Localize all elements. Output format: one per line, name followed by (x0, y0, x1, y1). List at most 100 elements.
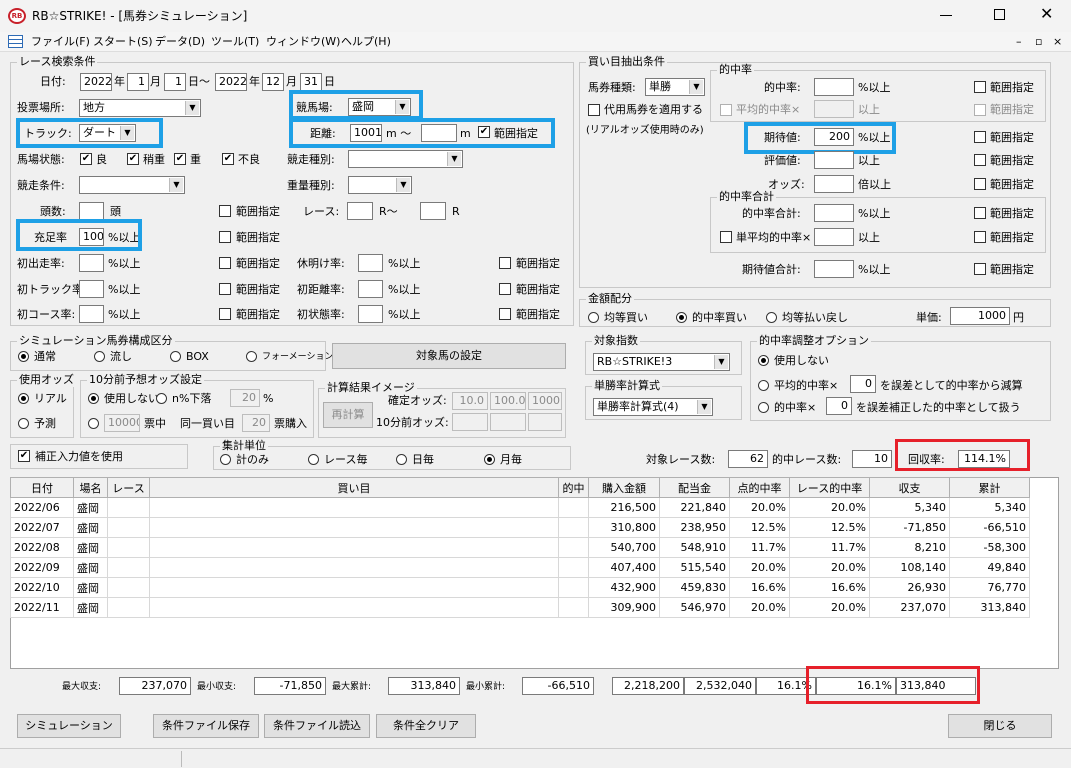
correction-checkbox[interactable]: ✔ (18, 450, 30, 462)
substitute-checkbox[interactable] (588, 104, 600, 116)
adjust-avg-input[interactable]: 0 (850, 375, 876, 393)
single-avg-range-checkbox[interactable] (974, 231, 986, 243)
race-from-input[interactable] (347, 202, 373, 220)
avg-hit-checkbox[interactable] (720, 104, 732, 116)
odds10-none-radio[interactable] (88, 393, 99, 404)
fill-range-checkbox[interactable] (219, 231, 231, 243)
menu-data[interactable]: データ(D) (155, 35, 205, 49)
cond-bad-checkbox[interactable]: ✔ (222, 153, 234, 165)
menu-help[interactable]: ヘルプ(H) (341, 35, 391, 49)
date-from-day[interactable]: 1 (164, 73, 186, 91)
cond-slightly-heavy-checkbox[interactable]: ✔ (127, 153, 139, 165)
odds10-same-input[interactable]: 20 (242, 414, 270, 432)
single-avg-input[interactable] (814, 228, 854, 246)
date-from-year[interactable]: 2022 (80, 73, 112, 91)
odds-predict-radio[interactable] (18, 418, 29, 429)
unit-price-input[interactable]: 1000 (950, 307, 1010, 325)
table-row[interactable]: 2022/07 盛岡 310,800 238,950 12.5% 12.5% -71,850… (10, 517, 1030, 538)
cond-good-checkbox[interactable]: ✔ (80, 153, 92, 165)
amount-refund-radio[interactable] (766, 312, 777, 323)
adjust-avg-radio[interactable] (758, 380, 769, 391)
first-course-range-checkbox[interactable] (219, 308, 231, 320)
date-to-month[interactable]: 12 (262, 73, 284, 91)
date-from-month[interactable]: 1 (127, 73, 149, 91)
avg-hit-range-checkbox[interactable] (974, 104, 986, 116)
odds10-votes-radio[interactable] (88, 418, 99, 429)
amount-even-radio[interactable] (588, 312, 599, 323)
agg-race-radio[interactable] (308, 454, 319, 465)
cond-heavy-checkbox[interactable]: ✔ (174, 153, 186, 165)
first-course-input[interactable] (79, 305, 104, 323)
table-row[interactable]: 2022/11 盛岡 309,900 546,970 20.0% 20.0% 237,070… (10, 597, 1030, 618)
table-row[interactable]: 2022/09 盛岡 407,400 515,540 20.0% 20.0% 108,140… (10, 557, 1030, 578)
adjust-none-radio[interactable] (758, 355, 769, 366)
clear-conditions-button[interactable]: 条件全クリア (376, 714, 476, 738)
simulate-button[interactable]: シミュレーション (17, 714, 121, 738)
maximize-icon[interactable] (994, 9, 1005, 20)
save-conditions-button[interactable]: 条件ファイル保存 (153, 714, 259, 738)
first-run-input[interactable] (79, 254, 104, 272)
first-dist-range-checkbox[interactable] (499, 283, 511, 295)
venue-select[interactable]: 地方 ▼ (79, 99, 201, 117)
target-horse-button[interactable]: 対象馬の設定 (332, 343, 566, 369)
expect-range-checkbox[interactable] (974, 131, 986, 143)
minimize-icon[interactable] (940, 15, 952, 16)
expect-sum-range-checkbox[interactable] (974, 263, 986, 275)
close-icon[interactable]: ✕ (1040, 4, 1053, 23)
menu-start[interactable]: スタート(S) (93, 35, 153, 49)
hit-rate-input[interactable] (814, 78, 854, 96)
child-close-icon[interactable]: × (1053, 35, 1062, 49)
odds-real-radio[interactable] (18, 393, 29, 404)
recalc-button[interactable]: 再計算 (323, 402, 373, 428)
rest-input[interactable] (358, 254, 383, 272)
odds-input[interactable] (814, 175, 854, 193)
race-type-select[interactable]: ▼ (348, 150, 463, 168)
weight-select[interactable]: ▼ (348, 176, 412, 194)
child-restore-icon[interactable]: ▫ (1035, 35, 1042, 49)
hit-sum-range-checkbox[interactable] (974, 207, 986, 219)
first-track-input[interactable] (79, 280, 104, 298)
sim-normal-radio[interactable] (18, 351, 29, 362)
rest-range-checkbox[interactable] (499, 257, 511, 269)
child-minimize-icon[interactable]: – (1016, 35, 1022, 49)
date-to-year[interactable]: 2022 (215, 73, 247, 91)
grid-menu-icon[interactable] (8, 35, 23, 48)
hit-sum-input[interactable] (814, 204, 854, 222)
date-to-day[interactable]: 31 (300, 73, 322, 91)
heads-input[interactable] (79, 202, 104, 220)
agg-day-radio[interactable] (396, 454, 407, 465)
hit-range-checkbox[interactable] (974, 81, 986, 93)
eval-input[interactable] (814, 151, 854, 169)
expect-sum-input[interactable] (814, 260, 854, 278)
agg-month-radio[interactable] (484, 454, 495, 465)
odds10-drop-radio[interactable] (156, 393, 167, 404)
first-state-range-checkbox[interactable] (499, 308, 511, 320)
first-run-range-checkbox[interactable] (219, 257, 231, 269)
race-to-input[interactable] (420, 202, 446, 220)
heads-range-checkbox[interactable] (219, 205, 231, 217)
table-row[interactable]: 2022/10 盛岡 432,900 459,830 16.6% 16.6% 26,930 7… (10, 577, 1030, 598)
sim-nagashi-radio[interactable] (94, 351, 105, 362)
target-index-select[interactable]: RB☆STRIKE!3 ▼ (593, 353, 730, 371)
adjust-hit-input[interactable]: 0 (826, 397, 852, 415)
odds10-votes-input[interactable]: 10000 (104, 414, 140, 432)
table-row[interactable]: 2022/06 盛岡 216,500 221,840 20.0% 20.0% 5,340 5,… (10, 497, 1030, 518)
table-row[interactable]: 2022/08 盛岡 540,700 548,910 11.7% 11.7% 8,210 -5… (10, 537, 1030, 558)
ticket-select[interactable]: 単勝 ▼ (645, 78, 705, 96)
menu-tool[interactable]: ツール(T) (211, 35, 259, 49)
first-track-range-checkbox[interactable] (219, 283, 231, 295)
odds10-pct-input[interactable]: 20 (230, 389, 260, 407)
close-button[interactable]: 閉じる (948, 714, 1052, 738)
sim-box-radio[interactable] (170, 351, 181, 362)
single-avg-checkbox[interactable] (720, 231, 732, 243)
adjust-hit-radio[interactable] (758, 402, 769, 413)
first-dist-input[interactable] (358, 280, 383, 298)
load-conditions-button[interactable]: 条件ファイル読込 (264, 714, 370, 738)
win-rate-select[interactable]: 単勝率計算式(4) ▼ (593, 398, 713, 416)
avg-hit-input[interactable] (814, 100, 854, 118)
eval-range-checkbox[interactable] (974, 154, 986, 166)
agg-total-radio[interactable] (220, 454, 231, 465)
menu-window[interactable]: ウィンドウ(W) (266, 35, 340, 49)
first-state-input[interactable] (358, 305, 383, 323)
odds-range-checkbox[interactable] (974, 178, 986, 190)
